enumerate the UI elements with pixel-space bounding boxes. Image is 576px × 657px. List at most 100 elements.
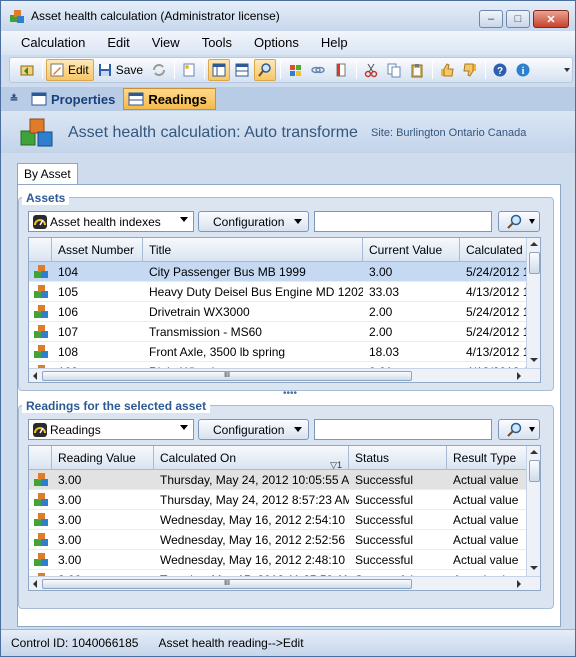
- column-header-title[interactable]: Title: [143, 238, 363, 262]
- table-row[interactable]: 108 Front Axle, 3500 lb spring 18.03 4/13/2…: [29, 342, 526, 362]
- panel-splitter[interactable]: ••••: [18, 389, 562, 399]
- help-button[interactable]: ?: [489, 59, 511, 81]
- toolbar-separator: [432, 61, 434, 79]
- table-cell: Wednesday, May 16, 2012 2:52:56 PM: [160, 533, 349, 547]
- table-row[interactable]: 3.00 Thursday, May 24, 2012 8:57:23 AM Suc…: [29, 490, 526, 510]
- table-cell: 106: [58, 305, 79, 319]
- menu-help[interactable]: Help: [310, 32, 359, 54]
- copy-button[interactable]: [383, 59, 405, 81]
- column-header-icon[interactable]: [29, 446, 52, 470]
- table-row[interactable]: 3.00 Wednesday, May 16, 2012 2:48:10 PM Su…: [29, 550, 526, 570]
- info-button[interactable]: i: [512, 59, 534, 81]
- column-header-result-type[interactable]: Result Type: [447, 446, 526, 470]
- assets-configuration-button[interactable]: Configuration: [198, 211, 309, 232]
- scroll-right-arrow-icon[interactable]: [517, 372, 521, 380]
- column-header-current-value[interactable]: Current Value: [363, 238, 460, 262]
- assets-search-input[interactable]: [314, 211, 492, 232]
- minimize-button[interactable]: –: [479, 10, 503, 28]
- thumbs-up-button[interactable]: [436, 59, 458, 81]
- table-cell: Successful: [355, 533, 414, 547]
- readings-vertical-scrollbar[interactable]: [526, 446, 540, 576]
- scroll-left-arrow-icon[interactable]: [33, 372, 37, 380]
- table-cell: 2.00: [369, 325, 393, 339]
- link-button[interactable]: [307, 59, 329, 81]
- save-button-label: Save: [115, 63, 144, 77]
- scroll-up-arrow-icon[interactable]: [530, 242, 538, 246]
- scroll-left-arrow-icon[interactable]: [33, 580, 37, 588]
- table-row[interactable]: 3.00 Thursday, May 24, 2012 10:05:55 AM Su…: [29, 470, 526, 490]
- cut-button[interactable]: [360, 59, 382, 81]
- assets-hscroll-thumb[interactable]: III: [42, 371, 412, 381]
- readings-configuration-button[interactable]: Configuration: [198, 419, 309, 440]
- new-document-button[interactable]: [178, 59, 200, 81]
- find-button[interactable]: [254, 59, 277, 81]
- table-cell: Heavy Duty Deisel Bus Engine MD 1202: [149, 285, 363, 299]
- scroll-down-arrow-icon[interactable]: [530, 566, 538, 570]
- thumbs-down-button[interactable]: [459, 59, 481, 81]
- assets-table-header: Asset Number Title Current Value Calcula…: [29, 238, 526, 262]
- toolbar-overflow-chevron-icon[interactable]: [564, 68, 570, 72]
- readings-vscroll-thumb[interactable]: [529, 460, 540, 482]
- menu-tools[interactable]: Tools: [191, 32, 243, 54]
- edit-pencil-icon: [50, 63, 64, 77]
- asset-cubes-icon: [34, 325, 48, 338]
- magnifier-icon: [507, 214, 522, 229]
- collapse-chevron-icon[interactable]: ≛: [1, 94, 27, 105]
- tab-readings[interactable]: Readings: [123, 88, 216, 110]
- view-tabs-bar: ≛ Properties Readings: [1, 87, 575, 111]
- bookmark-button[interactable]: [330, 59, 352, 81]
- save-button[interactable]: Save: [95, 59, 147, 81]
- column-header-asset-number[interactable]: Asset Number: [52, 238, 143, 262]
- column-header-status[interactable]: Status: [349, 446, 447, 470]
- layout-columns-button[interactable]: [208, 59, 231, 81]
- table-row[interactable]: 105 Heavy Duty Deisel Bus Engine MD 1202 3…: [29, 282, 526, 302]
- readings-search-input[interactable]: [314, 419, 492, 440]
- column-header-icon[interactable]: [29, 238, 52, 262]
- main-content: By Asset Assets Asset health indexes Con…: [9, 161, 561, 627]
- refresh-button[interactable]: [148, 59, 170, 81]
- close-button[interactable]: ✕: [533, 10, 569, 28]
- assets-horizontal-scrollbar[interactable]: III: [29, 368, 540, 382]
- readings-horizontal-scrollbar[interactable]: III: [29, 576, 540, 590]
- table-row[interactable]: 106 Drivetrain WX3000 2.00 5/24/2012 10: [29, 302, 526, 322]
- table-cell: 5/24/2012 10: [466, 265, 526, 279]
- readings-search-button[interactable]: [498, 419, 540, 440]
- assets-view-dropdown[interactable]: Asset health indexes: [28, 211, 194, 232]
- control-id-text: Control ID: 1040066185: [11, 636, 139, 650]
- tab-by-asset[interactable]: By Asset: [17, 163, 78, 185]
- paste-button[interactable]: [406, 59, 428, 81]
- scroll-up-arrow-icon[interactable]: [530, 450, 538, 454]
- scroll-down-arrow-icon[interactable]: [530, 358, 538, 362]
- windows-flag-icon: [290, 65, 302, 76]
- assets-vertical-scrollbar[interactable]: [526, 238, 540, 368]
- readings-view-dropdown[interactable]: Readings: [28, 419, 194, 440]
- tab-properties[interactable]: Properties: [27, 88, 123, 110]
- toolbar-separator: [356, 61, 358, 79]
- asset-cubes-icon: [34, 285, 48, 298]
- table-cell: Drivetrain WX3000: [149, 305, 250, 319]
- readings-hscroll-thumb[interactable]: III: [42, 579, 412, 589]
- menu-edit[interactable]: Edit: [96, 32, 140, 54]
- row-icon-cell: [29, 510, 52, 530]
- column-header-calculated-on[interactable]: Calculated On ▽1: [154, 446, 349, 470]
- column-header-reading-value[interactable]: Reading Value: [52, 446, 154, 470]
- table-row[interactable]: 107 Transmission - MS60 2.00 5/24/2012 10: [29, 322, 526, 342]
- table-row[interactable]: 3.00 Wednesday, May 16, 2012 2:52:56 PM Su…: [29, 530, 526, 550]
- column-header-calculated-on[interactable]: Calculated O: [460, 238, 526, 262]
- table-row[interactable]: 104 City Passenger Bus MB 1999 3.00 5/24/20…: [29, 262, 526, 282]
- table-cell: 4/13/2012 1:: [466, 285, 526, 299]
- asset-cubes-icon: [34, 533, 48, 546]
- menu-options[interactable]: Options: [243, 32, 310, 54]
- assets-vscroll-thumb[interactable]: [529, 252, 540, 274]
- edit-button[interactable]: Edit: [46, 59, 94, 81]
- menu-calculation[interactable]: Calculation: [1, 32, 96, 54]
- menu-view[interactable]: View: [141, 32, 191, 54]
- maximize-button[interactable]: □: [506, 10, 530, 28]
- back-button[interactable]: [16, 59, 38, 81]
- options-button[interactable]: [284, 59, 306, 81]
- scroll-right-arrow-icon[interactable]: [517, 580, 521, 588]
- assets-search-button[interactable]: [498, 211, 540, 232]
- layout-rows-button[interactable]: [231, 59, 253, 81]
- table-row[interactable]: 3.00 Wednesday, May 16, 2012 2:54:10 PM Su…: [29, 510, 526, 530]
- toolbar-separator: [42, 61, 43, 79]
